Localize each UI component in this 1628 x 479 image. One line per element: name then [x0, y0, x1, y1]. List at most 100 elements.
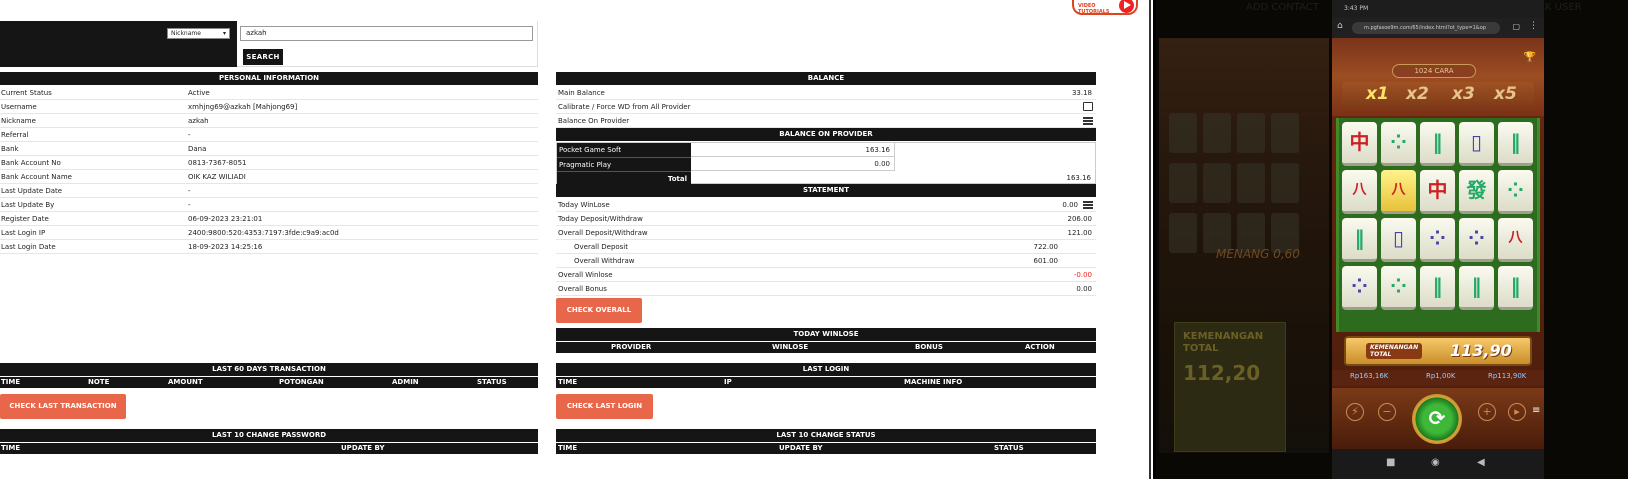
tile-white-icon: ▯	[1381, 218, 1416, 262]
personal-info-value: OIK KAZ WILIADI	[188, 173, 246, 181]
home-nav-icon[interactable]: ◉	[1431, 457, 1440, 468]
balance-on-provider-row: Balance On Provider	[556, 114, 1096, 128]
video-badge-line2: TUTORIALS	[1078, 9, 1110, 15]
balance-header: BALANCE	[556, 72, 1096, 85]
tile-zhong-icon: 中	[1342, 122, 1377, 166]
minus-icon[interactable]: −	[1378, 403, 1396, 421]
menu-icon[interactable]: ≡	[1532, 405, 1540, 416]
bg-total-win-box: KEMENANGAN TOTAL 112,20	[1174, 322, 1286, 452]
provider-value: 163.16	[691, 143, 895, 157]
personal-info-row: Username xmhjng69@azkah [Mahjong69]	[0, 100, 538, 114]
recents-icon[interactable]: ■	[1386, 457, 1395, 468]
status-bar: 3:43 PM	[1332, 0, 1544, 18]
personal-info-value: Active	[188, 89, 210, 97]
provider-total-label: Total	[557, 171, 691, 185]
personal-info-value: -	[188, 187, 191, 195]
list-icon[interactable]	[1083, 201, 1093, 209]
overall-withdraw-row: Overall Withdraw 601.00	[556, 254, 1096, 268]
password-change-columns: TIME UPDATE BY	[0, 443, 538, 454]
tile-fa-icon: 發	[1459, 170, 1494, 214]
multiplier-x5: x5	[1494, 84, 1517, 104]
url-field[interactable]: m.pgfasoe9m.com/65/index.html?ot_type=1&…	[1352, 22, 1500, 34]
multiplier-bar: x1 x2 x3 x5	[1342, 82, 1534, 108]
overall-dw-row: Overall Deposit/Withdraw 121.00	[556, 226, 1096, 240]
overall-deposit-row: Overall Deposit 722.00	[556, 240, 1096, 254]
tile-white-icon: ▯	[1459, 122, 1494, 166]
personal-info-key: Referral	[1, 131, 29, 139]
external-link-icon[interactable]	[1083, 102, 1093, 111]
turbo-icon[interactable]: ⚡	[1346, 403, 1364, 421]
win-value: Rp113,90K	[1488, 372, 1527, 380]
personal-info-row: Last Update By -	[0, 198, 538, 212]
tile-circles-icon: ⁘	[1381, 266, 1416, 310]
ways-label: 1024 CARA	[1392, 64, 1476, 78]
android-nav-bar: ■ ◉ ◀	[1332, 449, 1544, 479]
bet-value: Rp1,00K	[1426, 372, 1456, 380]
provider-balance-table: Pocket Game Soft 163.16 Pragmatic Play 0…	[556, 142, 1096, 185]
statement-header: STATEMENT	[556, 184, 1096, 197]
tile-bamboo-icon: ‖	[1459, 266, 1494, 310]
bg-menang-text: MENANG 0,60	[1216, 247, 1300, 261]
multiplier-x3: x3	[1452, 84, 1475, 104]
personal-info-row: Referral -	[0, 128, 538, 142]
back-icon[interactable]: ◀	[1477, 457, 1485, 468]
search-field-select[interactable]: Nickname ▾	[167, 28, 230, 39]
today-winlose-columns: PROVIDER WINLOSE BONUS ACTION	[556, 342, 1096, 353]
today-dw-row: Today Deposit/Withdraw 206.00	[556, 212, 1096, 226]
check-last-login-button[interactable]: CHECK LAST LOGIN	[556, 394, 653, 419]
personal-info-header: PERSONAL INFORMATION	[0, 72, 538, 85]
multiplier-x1: x1	[1366, 84, 1389, 104]
provider-name: Pragmatic Play	[557, 157, 691, 171]
tile-eight-wan-icon: 八	[1498, 218, 1533, 262]
tile-circles-icon: ⁘	[1342, 266, 1377, 310]
personal-info-value: xmhjng69@azkah [Mahjong69]	[188, 103, 298, 111]
plus-icon[interactable]: +	[1478, 403, 1496, 421]
personal-info-row: Current Status Active	[0, 86, 538, 100]
trophy-icon[interactable]: 🏆	[1524, 52, 1536, 63]
tile-bamboo-icon: ‖	[1342, 218, 1377, 262]
today-winlose-header: TODAY WINLOSE	[556, 328, 1096, 341]
game-canvas[interactable]: 🏆 1024 CARA x1 x2 x3 x5 中 ⁘ ‖ ▯ ‖ 八 八 中 …	[1332, 38, 1544, 449]
tile-eight-wan-icon: 八	[1342, 170, 1377, 214]
search-input[interactable]: azkah	[240, 26, 533, 41]
provider-total-value: 163.16	[1066, 174, 1092, 182]
phone-screen: 3:43 PM ⌂ m.pgfasoe9m.com/65/index.html?…	[1332, 0, 1544, 479]
personal-info-value: azkah	[188, 117, 209, 125]
overall-winlose-row: Overall Winlose -0.00	[556, 268, 1096, 282]
info-bar: Rp163,16K Rp1,00K Rp113,90K	[1332, 370, 1544, 386]
multiplier-x2: x2	[1406, 84, 1429, 104]
search-button[interactable]: SEARCH	[243, 49, 283, 65]
personal-info-key: Current Status	[1, 89, 52, 97]
menu-dots-icon[interactable]: ⋮	[1529, 21, 1538, 31]
personal-info-row: Bank Dana	[0, 142, 538, 156]
list-icon[interactable]	[1083, 117, 1093, 125]
tile-circles-icon: ⁘	[1381, 122, 1416, 166]
total-win-value: 113,90	[1450, 341, 1512, 360]
spin-button[interactable]: ⟳	[1412, 394, 1462, 444]
personal-info-row: Bank Account Name OIK KAZ WILIADI	[0, 170, 538, 184]
status-change-columns: TIME UPDATE BY STATUS	[556, 443, 1096, 454]
personal-info-key: Last Update By	[1, 201, 55, 209]
search-area: Nickname ▾ azkah SEARCH	[0, 21, 538, 67]
tile-circles-icon: ⁘	[1459, 218, 1494, 262]
personal-info-key: Bank Account Name	[1, 173, 72, 181]
personal-info-value: 0813-7367-8051	[188, 159, 247, 167]
calibrate-row: Calibrate / Force WD from All Provider	[556, 100, 1096, 114]
screen-share-area: ADD CONTACT BLOCK USER MENANG 0,60 KEMEN…	[1156, 0, 1628, 479]
tile-gold-eight-wan-icon: 八	[1381, 170, 1416, 214]
balance-value: Rp163,16K	[1350, 372, 1389, 380]
auto-play-icon[interactable]: ▸	[1508, 403, 1526, 421]
check-last-transaction-button[interactable]: CHECK LAST TRANSACTION	[0, 394, 126, 419]
tabs-icon[interactable]: ▢	[1512, 22, 1520, 31]
admin-panel: VIDEO TUTORIALS Nickname ▾ azkah SEARCH PE…	[0, 0, 1153, 479]
personal-info-value: 06-09-2023 23:21:01	[188, 215, 263, 223]
tile-circles-icon: ⁘	[1420, 218, 1455, 262]
reels-grid: 中 ⁘ ‖ ▯ ‖ 八 八 中 發 ⁘ ‖ ▯ ⁘ ⁘ 八 ⁘ ⁘ ‖ ‖ ‖	[1336, 118, 1540, 332]
check-overall-button[interactable]: CHECK OVERALL	[556, 298, 642, 323]
main-balance-value: 33.18	[1071, 89, 1092, 97]
personal-info-key: Bank	[1, 145, 19, 153]
video-tutorials-badge[interactable]: VIDEO TUTORIALS	[1072, 0, 1138, 15]
overall-bonus-row: Overall Bonus 0.00	[556, 282, 1096, 296]
home-icon[interactable]: ⌂	[1337, 21, 1343, 31]
provider-name: Pocket Game Soft	[557, 143, 691, 157]
